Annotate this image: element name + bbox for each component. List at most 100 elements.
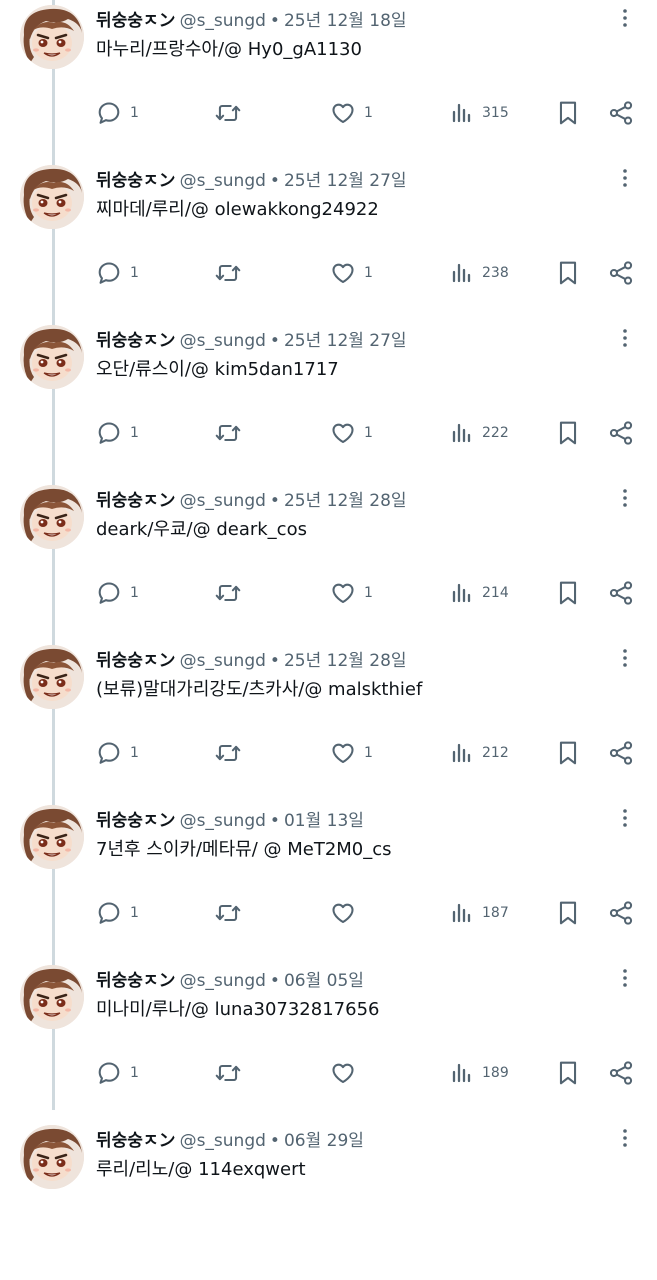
share-icon [608, 900, 634, 926]
retweet-button[interactable] [214, 1056, 242, 1090]
avatar[interactable] [20, 645, 84, 709]
reply-button[interactable]: 1 [96, 896, 139, 930]
reply-button[interactable]: 1 [96, 256, 139, 290]
tweet-date[interactable]: 25년 12월 18일 [284, 6, 407, 31]
tweet-date[interactable]: 06월 05일 [284, 966, 364, 991]
tweet[interactable]: 뒤숭숭ㅈン @s_sungd • 25년 12월 27일 찌마데/루리/@ olewak… [0, 160, 657, 320]
tweet-date[interactable]: 01월 13일 [284, 806, 364, 831]
tweet-header: 뒤숭숭ㅈン @s_sungd • 25년 12월 18일 [96, 6, 407, 31]
tweet[interactable]: 뒤숭숭ㅈン @s_sungd • 06월 05일 미나미/루나/@ luna307328… [0, 960, 657, 1120]
tweet-header: 뒤숭숭ㅈン @s_sungd • 25년 12월 28일 [96, 646, 407, 671]
share-button[interactable] [608, 416, 634, 450]
retweet-button[interactable] [214, 256, 242, 290]
tweet-text: 미나미/루나/@ luna30732817656 [96, 999, 380, 1020]
tweet[interactable]: 뒤숭숭ㅈン @s_sungd • 06월 29일 루리/리노/@ 114exqwert [0, 1120, 657, 1280]
reply-button[interactable]: 1 [96, 1056, 139, 1090]
share-button[interactable] [608, 256, 634, 290]
retweet-button[interactable] [214, 736, 242, 770]
bookmark-button[interactable] [556, 896, 580, 930]
author-handle[interactable]: @s_sungd [180, 651, 266, 671]
more-icon[interactable] [612, 806, 638, 830]
views-button[interactable]: 238 [450, 256, 509, 290]
avatar[interactable] [20, 1125, 84, 1189]
like-button[interactable]: 1 [330, 96, 373, 130]
views-icon [450, 901, 474, 925]
like-button[interactable] [330, 1056, 364, 1090]
retweet-button[interactable] [214, 896, 242, 930]
views-button[interactable]: 315 [450, 96, 509, 130]
tweet-date[interactable]: 25년 12월 28일 [284, 646, 407, 671]
author-name[interactable]: 뒤숭숭ㅈン [96, 166, 176, 191]
author-handle[interactable]: @s_sungd [180, 811, 266, 831]
bookmark-button[interactable] [556, 1056, 580, 1090]
avatar[interactable] [20, 165, 84, 229]
more-icon[interactable] [612, 966, 638, 990]
like-button[interactable] [330, 896, 364, 930]
retweet-button[interactable] [214, 576, 242, 610]
tweet-date[interactable]: 06월 29일 [284, 1126, 364, 1151]
retweet-button[interactable] [214, 416, 242, 450]
author-name[interactable]: 뒤숭숭ㅈン [96, 966, 176, 991]
reply-button[interactable]: 1 [96, 416, 139, 450]
views-button[interactable]: 187 [450, 896, 509, 930]
author-handle[interactable]: @s_sungd [180, 971, 266, 991]
share-icon [608, 1060, 634, 1086]
avatar[interactable] [20, 5, 84, 69]
reply-button[interactable]: 1 [96, 96, 139, 130]
views-icon [450, 581, 474, 605]
author-name[interactable]: 뒤숭숭ㅈン [96, 486, 176, 511]
author-name[interactable]: 뒤숭숭ㅈン [96, 646, 176, 671]
tweet-date[interactable]: 25년 12월 27일 [284, 326, 407, 351]
more-icon[interactable] [612, 6, 638, 30]
more-icon[interactable] [612, 326, 638, 350]
author-name[interactable]: 뒤숭숭ㅈン [96, 806, 176, 831]
bookmark-button[interactable] [556, 256, 580, 290]
bookmark-button[interactable] [556, 96, 580, 130]
tweet-date[interactable]: 25년 12월 28일 [284, 486, 407, 511]
avatar[interactable] [20, 485, 84, 549]
author-handle[interactable]: @s_sungd [180, 1131, 266, 1151]
share-button[interactable] [608, 96, 634, 130]
author-name[interactable]: 뒤숭숭ㅈン [96, 1126, 176, 1151]
like-button[interactable]: 1 [330, 736, 373, 770]
like-button[interactable]: 1 [330, 576, 373, 610]
views-button[interactable]: 222 [450, 416, 509, 450]
share-button[interactable] [608, 896, 634, 930]
like-button[interactable]: 1 [330, 256, 373, 290]
more-icon[interactable] [612, 646, 638, 670]
author-handle[interactable]: @s_sungd [180, 11, 266, 31]
views-button[interactable]: 212 [450, 736, 509, 770]
author-handle[interactable]: @s_sungd [180, 171, 266, 191]
bookmark-button[interactable] [556, 736, 580, 770]
avatar[interactable] [20, 805, 84, 869]
more-icon[interactable] [612, 1126, 638, 1150]
bookmark-button[interactable] [556, 576, 580, 610]
tweet[interactable]: 뒤숭숭ㅈン @s_sungd • 25년 12월 18일 마누리/프랑수아/@ Hy0_… [0, 0, 657, 160]
tweet[interactable]: 뒤숭숭ㅈン @s_sungd • 25년 12월 28일 deark/우쿄/@ dear… [0, 480, 657, 640]
tweet-date[interactable]: 25년 12월 27일 [284, 166, 407, 191]
author-name[interactable]: 뒤숭숭ㅈン [96, 6, 176, 31]
tweet[interactable]: 뒤숭숭ㅈン @s_sungd • 25년 12월 28일 (보류)말대가리강도/츠카사/… [0, 640, 657, 800]
author-name[interactable]: 뒤숭숭ㅈン [96, 326, 176, 351]
author-handle[interactable]: @s_sungd [180, 491, 266, 511]
avatar[interactable] [20, 325, 84, 389]
bookmark-button[interactable] [556, 416, 580, 450]
tweet[interactable]: 뒤숭숭ㅈン @s_sungd • 01월 13일 7년후 스이카/메타뮤/ @ MeT2… [0, 800, 657, 960]
more-icon[interactable] [612, 166, 638, 190]
retweet-button[interactable] [214, 96, 242, 130]
like-button[interactable]: 1 [330, 416, 373, 450]
tweet-text: 루리/리노/@ 114exqwert [96, 1159, 306, 1180]
views-button[interactable]: 189 [450, 1056, 509, 1090]
share-button[interactable] [608, 1056, 634, 1090]
tweet-actions: 1 1 212 [0, 736, 657, 770]
views-button[interactable]: 214 [450, 576, 509, 610]
share-button[interactable] [608, 576, 634, 610]
reply-button[interactable]: 1 [96, 576, 139, 610]
tweet[interactable]: 뒤숭숭ㅈン @s_sungd • 25년 12월 27일 오단/류스이/@ kim5da… [0, 320, 657, 480]
avatar[interactable] [20, 965, 84, 1029]
reply-button[interactable]: 1 [96, 736, 139, 770]
share-button[interactable] [608, 736, 634, 770]
more-icon[interactable] [612, 486, 638, 510]
reply-icon [96, 260, 122, 286]
author-handle[interactable]: @s_sungd [180, 331, 266, 351]
